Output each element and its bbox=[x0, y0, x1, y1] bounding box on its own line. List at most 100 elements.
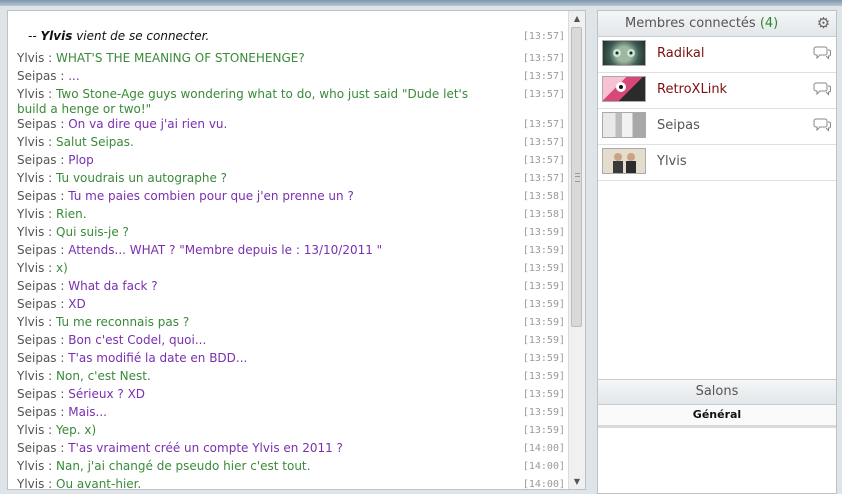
message-text: Tu me reconnais pas ? bbox=[56, 315, 190, 329]
message-text: Ou avant-hier. bbox=[56, 477, 142, 490]
message-text: Tu me paies combien pour que j'en prenne… bbox=[68, 189, 354, 203]
message-timestamp: [13:59] bbox=[522, 389, 565, 400]
message-text: Nan, j'ai changé de pseudo hier c'est to… bbox=[56, 459, 311, 473]
member-item-retroxlink[interactable]: RetroXLink bbox=[598, 73, 836, 109]
message-nick: Ylvis bbox=[17, 171, 45, 185]
message-text: Yep. x) bbox=[56, 423, 97, 437]
members-title: Membres connectés (4) bbox=[625, 16, 779, 31]
message-text: ... bbox=[68, 69, 80, 83]
message-text: Mais... bbox=[68, 405, 107, 419]
message-text: T'as modifié la date en BDD... bbox=[68, 351, 248, 365]
gear-icon[interactable]: ⚙ bbox=[815, 15, 832, 32]
speech-bubble-icon[interactable] bbox=[813, 46, 831, 60]
message-timestamp: [13:59] bbox=[522, 227, 565, 238]
message-nick: Ylvis bbox=[17, 369, 45, 383]
member-name[interactable]: RetroXLink bbox=[657, 82, 727, 97]
message-text: Two Stone-Age guys wondering what to do,… bbox=[17, 87, 469, 116]
message-text: Qui suis-je ? bbox=[56, 225, 129, 239]
message-timestamp: [14:00] bbox=[522, 461, 565, 472]
member-item-ylvis[interactable]: Ylvis bbox=[598, 145, 836, 181]
message-text: On va dire que j'ai rien vu. bbox=[68, 117, 228, 131]
message-nick: Ylvis bbox=[17, 477, 45, 490]
message-nick: Ylvis bbox=[17, 225, 45, 239]
salon-item-general[interactable]: Général bbox=[598, 405, 836, 428]
message-timestamp: [13:59] bbox=[522, 317, 565, 328]
message-timestamp: [13:59] bbox=[522, 263, 565, 274]
message-nick: Ylvis bbox=[17, 261, 45, 275]
scroll-thumb[interactable] bbox=[571, 27, 582, 327]
message-text: Sérieux ? XD bbox=[68, 387, 146, 401]
speech-bubble-icon[interactable] bbox=[813, 118, 831, 132]
message-text: Bon c'est Codel, quoi... bbox=[68, 333, 207, 347]
message-nick: Ylvis bbox=[17, 423, 45, 437]
chat-scrollbar[interactable]: ▲ ▼ bbox=[568, 11, 585, 489]
message-text: Tu voudrais un autographe ? bbox=[56, 171, 228, 185]
message-timestamp: [13:59] bbox=[522, 245, 565, 256]
chat-messages: -- Ylvis vient de se connecter. [13:57] Yl… bbox=[17, 29, 565, 490]
member-item-seipas[interactable]: Seipas bbox=[598, 109, 836, 145]
speech-bubble-icon[interactable] bbox=[813, 82, 831, 96]
scroll-down-arrow-icon[interactable]: ▼ bbox=[569, 474, 585, 489]
message-text: T'as vraiment créé un compte Ylvis en 20… bbox=[68, 441, 343, 455]
anime-girl-avatar bbox=[602, 112, 646, 138]
message-nick: Seipas bbox=[17, 117, 57, 131]
salons-header: Salons bbox=[598, 379, 836, 405]
message-timestamp: [13:59] bbox=[522, 407, 565, 418]
message-timestamp: [13:57] bbox=[522, 155, 565, 166]
message-timestamp: [13:59] bbox=[522, 353, 565, 364]
message-timestamp: [13:58] bbox=[522, 191, 565, 202]
system-nick: Ylvis bbox=[40, 29, 73, 43]
message-timestamp: [13:59] bbox=[522, 425, 565, 436]
message-timestamp: [13:58] bbox=[522, 209, 565, 220]
message-nick: Seipas bbox=[17, 333, 57, 347]
message-text: WHAT'S THE MEANING OF STONEHENGE? bbox=[56, 51, 305, 65]
members-count: (4) bbox=[759, 16, 779, 31]
message-text: What da fack ? bbox=[68, 279, 158, 293]
message-timestamp: [14:00] bbox=[522, 479, 565, 490]
message-nick: Seipas bbox=[17, 351, 57, 365]
message-text: Plop bbox=[68, 153, 94, 167]
message-timestamp: [13:57] bbox=[522, 89, 565, 100]
members-panel: Membres connectés (4) ⚙ Radikal RetroXLi… bbox=[597, 10, 837, 494]
member-name[interactable]: Seipas bbox=[657, 118, 700, 133]
member-item-radikal[interactable]: Radikal bbox=[598, 37, 836, 73]
message-text: Non, c'est Nest. bbox=[56, 369, 151, 383]
message-nick: Ylvis bbox=[17, 51, 45, 65]
message-timestamp: [13:57] bbox=[522, 119, 565, 130]
message-timestamp: [13:59] bbox=[522, 281, 565, 292]
message-nick: Ylvis bbox=[17, 459, 45, 473]
message-timestamp: [13:59] bbox=[522, 371, 565, 382]
message-text: Attends... WHAT ? "Membre depuis le : 13… bbox=[68, 243, 383, 257]
scroll-up-arrow-icon[interactable]: ▲ bbox=[569, 11, 585, 26]
message-timestamp: [13:57] bbox=[522, 53, 565, 64]
message-text: Rien. bbox=[56, 207, 87, 221]
pink-bird-avatar bbox=[602, 76, 646, 102]
message-nick: Seipas bbox=[17, 153, 57, 167]
member-name[interactable]: Radikal bbox=[657, 46, 704, 61]
top-strip bbox=[0, 0, 842, 6]
message-timestamp: [14:00] bbox=[522, 443, 565, 454]
message-text: XD bbox=[68, 297, 86, 311]
message-timestamp: [13:57] bbox=[522, 173, 565, 184]
chat-log-panel: -- Ylvis vient de se connecter. [13:57] Yl… bbox=[7, 10, 586, 490]
message-timestamp: [13:57] bbox=[522, 31, 565, 42]
message-nick: Ylvis bbox=[17, 315, 45, 329]
members-header: Membres connectés (4) ⚙ bbox=[598, 11, 836, 37]
cat-avatar bbox=[602, 40, 646, 66]
message-nick: Ylvis bbox=[17, 87, 45, 101]
message-nick: Seipas bbox=[17, 189, 57, 203]
message-text: Salut Seipas. bbox=[56, 135, 134, 149]
message-nick: Seipas bbox=[17, 387, 57, 401]
message-nick: Seipas bbox=[17, 297, 57, 311]
member-name[interactable]: Ylvis bbox=[657, 154, 687, 169]
message-timestamp: [13:57] bbox=[522, 137, 565, 148]
cat-face-icon bbox=[613, 49, 635, 57]
message-nick: Seipas bbox=[17, 279, 57, 293]
message-nick: Seipas bbox=[17, 441, 57, 455]
message-nick: Seipas bbox=[17, 69, 57, 83]
message-text: x) bbox=[56, 261, 68, 275]
message-nick: Seipas bbox=[17, 243, 57, 257]
message-nick: Ylvis bbox=[17, 135, 45, 149]
message-timestamp: [13:57] bbox=[522, 71, 565, 82]
message-nick: Ylvis bbox=[17, 207, 45, 221]
